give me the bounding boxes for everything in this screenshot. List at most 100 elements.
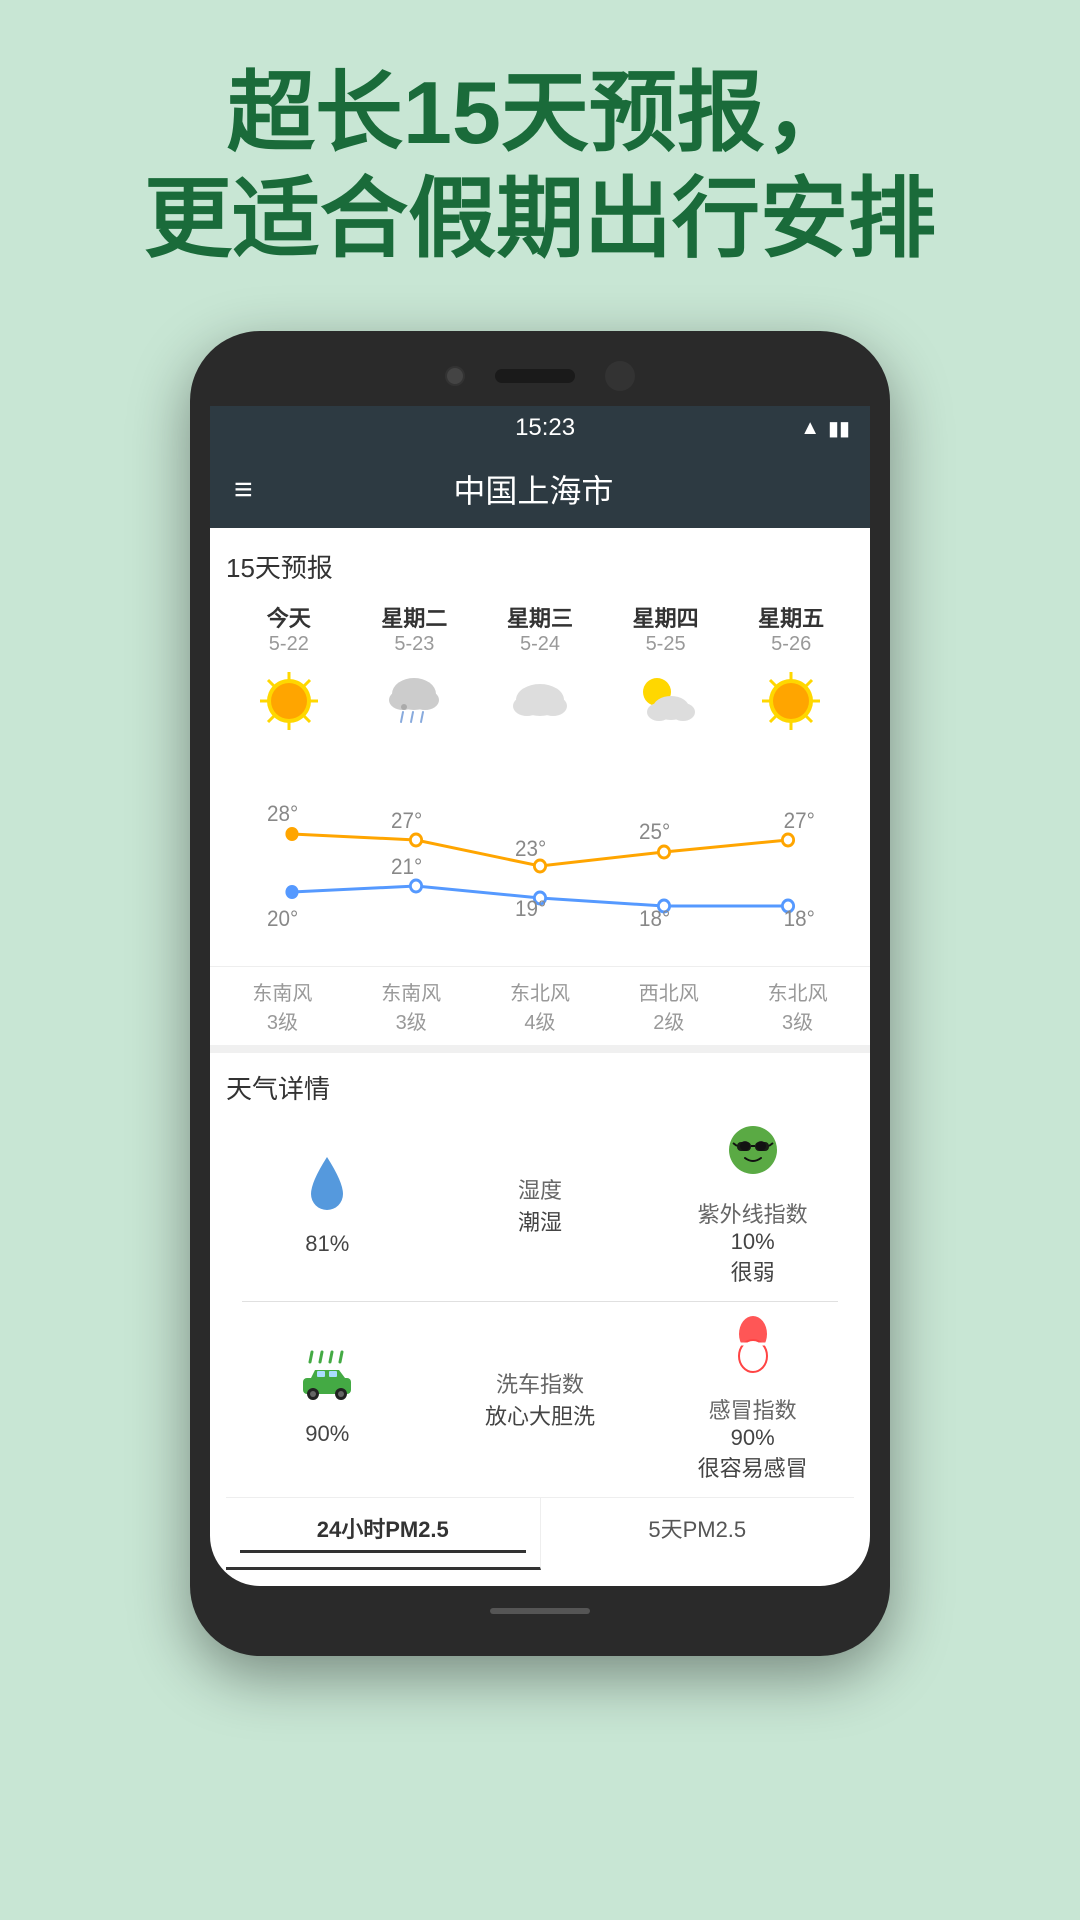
forecast-day-5: 星期五 5-26 — [728, 601, 854, 736]
forecast-day-4: 星期四 5-25 — [603, 601, 729, 736]
wind-dir-3: 东北风 — [476, 977, 605, 1006]
humidity-label: 湿度 — [518, 1173, 562, 1205]
phone-mockup: 15:23 ▲ ▮▮ ≡ 中国上海市 15天预报 今天 5-22 — [190, 331, 890, 1656]
day-date-3: 5-24 — [520, 633, 560, 656]
wind-dir-1: 东南风 — [218, 977, 347, 1006]
day-name-2: 星期二 — [381, 601, 447, 633]
forecast-day-1: 今天 5-22 — [226, 601, 352, 736]
day-name-5: 星期五 — [758, 601, 824, 633]
menu-icon[interactable]: ≡ — [234, 471, 253, 508]
svg-text:19°: 19° — [515, 897, 546, 922]
carwash-sublabel: 放心大胆洗 — [485, 1399, 595, 1431]
details-title: 天气详情 — [226, 1069, 854, 1106]
details-row-1: 81% 湿度 潮湿 — [226, 1122, 854, 1287]
wind-lvl-4: 2级 — [604, 1006, 733, 1035]
tab-5day-pm25[interactable]: 5天PM2.5 — [541, 1498, 855, 1570]
forecast-day-3: 星期三 5-24 — [477, 601, 603, 736]
wind-day4: 西北风 2级 — [604, 977, 733, 1035]
header-title: 超长15天预报， 更适合假期出行安排 — [40, 60, 1040, 271]
cold-icon — [727, 1314, 779, 1387]
uv-sublabel: 很弱 — [731, 1255, 775, 1287]
cold-sublabel: 很容易感冒 — [698, 1451, 808, 1483]
svg-text:18°: 18° — [639, 907, 670, 932]
day-date-2: 5-23 — [394, 633, 434, 656]
weather-icon-3 — [505, 666, 575, 736]
humidity-value: 81% — [305, 1231, 349, 1257]
svg-text:21°: 21° — [391, 855, 422, 880]
wind-lvl-5: 3级 — [733, 1006, 862, 1035]
svg-text:18°: 18° — [784, 907, 815, 932]
header-line1: 超长15天预报， — [227, 63, 853, 162]
wind-info-row: 东南风 3级 东南风 3级 东北风 4级 西北风 2级 东北风 3级 — [210, 966, 870, 1045]
battery-icon: ▮▮ — [828, 416, 850, 441]
phone-speaker — [495, 369, 575, 383]
uv-label: 紫外线指数 — [698, 1197, 808, 1229]
wind-day1: 东南风 3级 — [218, 977, 347, 1035]
svg-text:27°: 27° — [784, 809, 815, 834]
wind-day3: 东北风 4级 — [476, 977, 605, 1035]
cold-label: 感冒指数 — [709, 1393, 797, 1425]
wind-day2: 东南风 3级 — [347, 977, 476, 1035]
tab-24h-pm25[interactable]: 24小时PM2.5 — [226, 1498, 541, 1570]
humidity-sublabel: 潮湿 — [518, 1205, 562, 1237]
details-row-2: 90% 洗车指数 放心大胆洗 — [226, 1314, 854, 1483]
humidity-label-item: 湿度 潮湿 — [439, 1173, 642, 1237]
wind-day5: 东北风 3级 — [733, 977, 862, 1035]
weather-icon-1 — [254, 666, 324, 736]
weather-details: 天气详情 81% 湿度 潮湿 — [210, 1045, 870, 1586]
day-name-1: 今天 — [267, 601, 311, 633]
uv-item: 紫外线指数 10% 很弱 — [651, 1122, 854, 1287]
carwash-label-item: 洗车指数 放心大胆洗 — [439, 1367, 642, 1431]
forecast-section: 15天预报 今天 5-22 — [210, 528, 870, 746]
humidity-icon — [301, 1152, 353, 1225]
forecast-day-2: 星期二 5-23 — [352, 601, 478, 736]
status-time: 15:23 — [290, 414, 800, 442]
weather-icon-2 — [379, 666, 449, 736]
carwash-item: 90% — [226, 1350, 429, 1447]
uv-value: 10% — [731, 1229, 775, 1255]
humidity-item: 81% — [226, 1152, 429, 1257]
day-name-4: 星期四 — [633, 601, 699, 633]
tab-5day-label: 5天PM2.5 — [648, 1517, 746, 1542]
wind-lvl-2: 3级 — [347, 1006, 476, 1035]
day-date-5: 5-26 — [771, 633, 811, 656]
app-bar: ≡ 中国上海市 — [210, 450, 870, 528]
wind-dir-5: 东北风 — [733, 977, 862, 1006]
tab-24h-label: 24小时PM2.5 — [317, 1517, 449, 1542]
phone-screen: 15:23 ▲ ▮▮ ≡ 中国上海市 15天预报 今天 5-22 — [210, 406, 870, 1586]
wind-dir-4: 西北风 — [604, 977, 733, 1006]
svg-text:28°: 28° — [267, 802, 298, 827]
wind-dir-2: 东南风 — [347, 977, 476, 1006]
header-section: 超长15天预报， 更适合假期出行安排 — [0, 0, 1080, 311]
phone-earpiece — [605, 361, 635, 391]
temperature-chart: 28° 27° 23° 25° 27° 20° 21° 19° 18° 18° — [210, 746, 870, 966]
carwash-value: 90% — [305, 1421, 349, 1447]
day-date-4: 5-25 — [646, 633, 686, 656]
header-line2: 更适合假期出行安排 — [144, 169, 936, 268]
carwash-label: 洗车指数 — [496, 1367, 584, 1399]
cold-item: 感冒指数 90% 很容易感冒 — [651, 1314, 854, 1483]
phone-container: 15:23 ▲ ▮▮ ≡ 中国上海市 15天预报 今天 5-22 — [0, 331, 1080, 1656]
svg-text:27°: 27° — [391, 809, 422, 834]
carwash-icon — [297, 1350, 357, 1415]
day-name-3: 星期三 — [507, 601, 573, 633]
wind-lvl-3: 4级 — [476, 1006, 605, 1035]
home-button[interactable] — [490, 1608, 590, 1614]
bottom-tabs: 24小时PM2.5 5天PM2.5 — [226, 1497, 854, 1570]
wifi-icon: ▲ — [800, 417, 820, 440]
weather-icon-4 — [631, 666, 701, 736]
svg-text:25°: 25° — [639, 820, 670, 845]
uv-icon — [725, 1122, 781, 1191]
cold-value: 90% — [731, 1425, 775, 1451]
wind-lvl-1: 3级 — [218, 1006, 347, 1035]
city-name: 中国上海市 — [273, 466, 794, 512]
day-date-1: 5-22 — [269, 633, 309, 656]
svg-text:23°: 23° — [515, 837, 546, 862]
weather-icon-5 — [756, 666, 826, 736]
forecast-grid: 今天 5-22 — [226, 601, 854, 736]
forecast-title: 15天预报 — [226, 548, 854, 585]
front-camera — [445, 366, 465, 386]
status-bar: 15:23 ▲ ▮▮ — [210, 406, 870, 450]
svg-text:20°: 20° — [267, 907, 298, 932]
phone-top-bar — [210, 361, 870, 391]
